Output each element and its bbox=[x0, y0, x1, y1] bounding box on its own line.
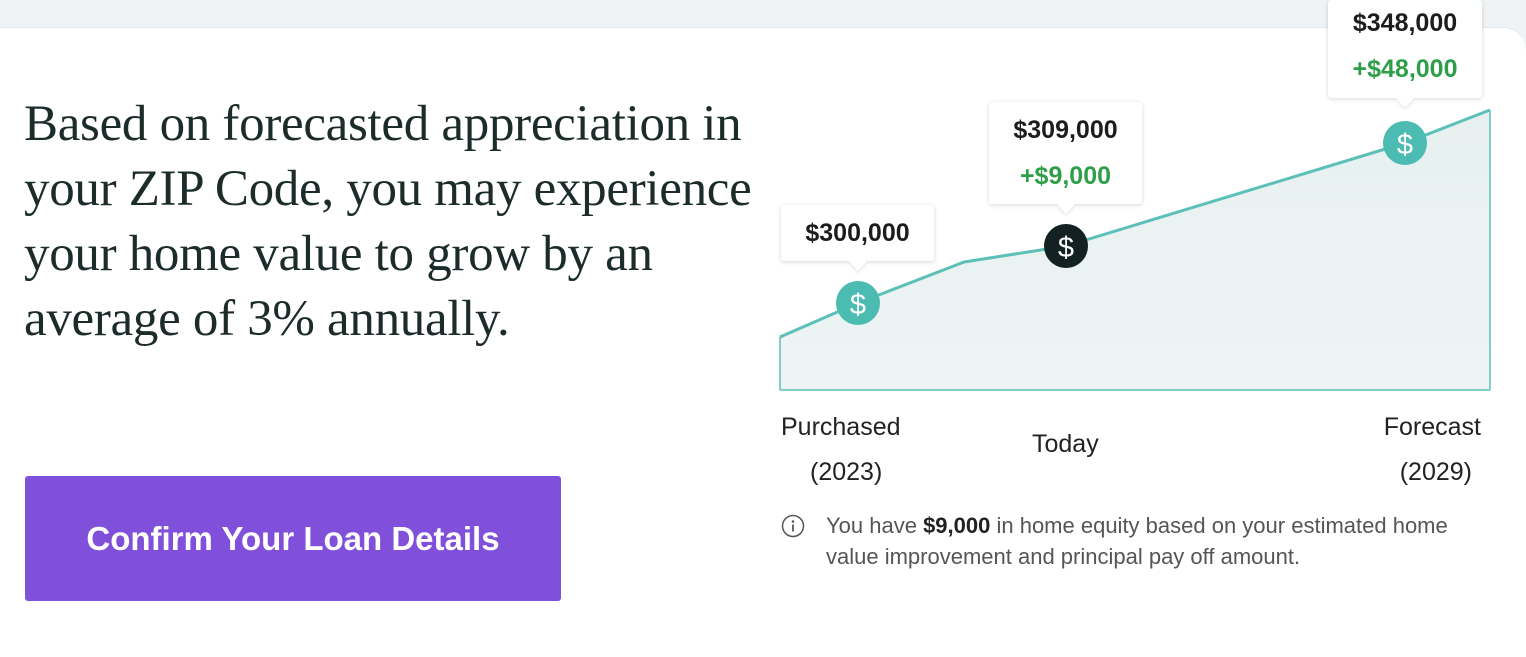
x-label-forecast-year: (2029) bbox=[1399, 458, 1472, 486]
forecast-value-tooltip: $348,000 +$48,000 bbox=[1328, 0, 1482, 98]
today-value: $309,000 bbox=[1013, 116, 1118, 144]
equity-note-text: You have $9,000 in home equity based on … bbox=[826, 510, 1471, 572]
x-label-today: Today bbox=[1032, 430, 1099, 458]
forecast-gain: +$48,000 bbox=[1352, 55, 1458, 83]
x-label-purchased: Purchased bbox=[781, 413, 901, 441]
dollar-sign-icon: $ bbox=[1058, 232, 1074, 264]
forecast-value: $348,000 bbox=[1352, 9, 1458, 37]
dollar-sign-icon: $ bbox=[1397, 129, 1413, 161]
equity-note-prefix: You have bbox=[826, 513, 924, 538]
forecast-marker[interactable]: $ bbox=[1383, 121, 1427, 165]
dollar-sign-icon: $ bbox=[850, 289, 866, 321]
x-label-purchased-year: (2023) bbox=[810, 458, 883, 486]
equity-amount: $9,000 bbox=[923, 513, 991, 538]
info-icon[interactable] bbox=[781, 514, 805, 538]
purchased-value-tooltip: $300,000 bbox=[781, 205, 934, 261]
today-value-tooltip: $309,000 +$9,000 bbox=[989, 102, 1142, 204]
x-label-forecast: Forecast bbox=[1383, 413, 1481, 441]
today-gain: +$9,000 bbox=[1019, 162, 1112, 190]
purchased-marker[interactable]: $ bbox=[836, 281, 880, 325]
purchased-value: $300,000 bbox=[805, 219, 910, 247]
today-marker[interactable]: $ bbox=[1044, 224, 1088, 268]
